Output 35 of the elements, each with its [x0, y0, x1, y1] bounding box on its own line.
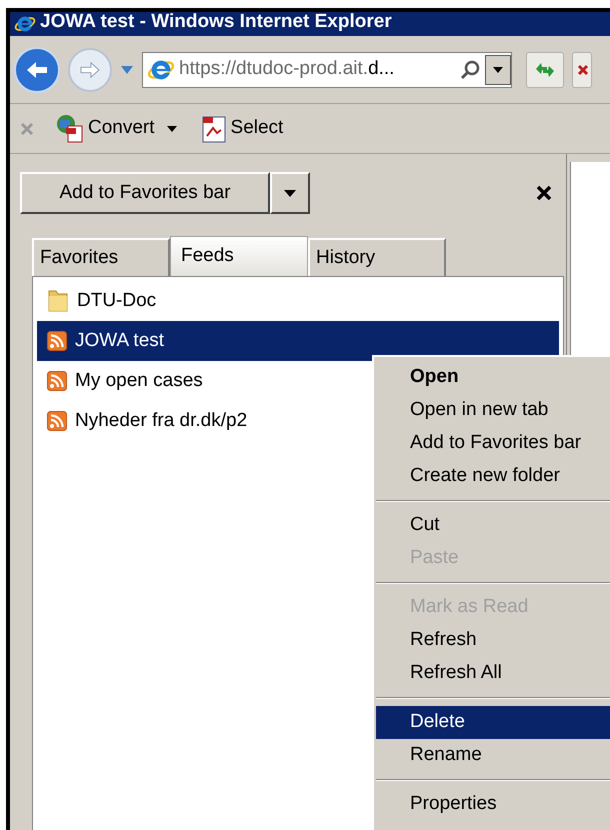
caret-icon [493, 66, 503, 72]
menu-item[interactable]: Cut [376, 509, 610, 542]
window-title: JOWA test - Windows Internet Explorer [40, 12, 392, 30]
menu-item[interactable]: Properties [376, 788, 610, 821]
caret-icon[interactable] [166, 126, 177, 132]
close-icon [577, 62, 589, 76]
left-arrow-icon [25, 60, 49, 80]
folder-icon [47, 289, 69, 313]
stop-button[interactable] [572, 52, 592, 88]
close-icon[interactable] [536, 185, 552, 201]
dropdown-arrow-icon[interactable] [120, 64, 134, 74]
feed-icon [47, 371, 67, 391]
panel-tab[interactable]: History [308, 238, 446, 276]
add-to-favorites-button[interactable]: Add to Favorites bar [20, 172, 270, 214]
feed-icon [47, 331, 67, 351]
panel-tab[interactable]: Feeds [170, 236, 308, 276]
refresh-arrows-icon [534, 60, 556, 78]
feed-list-item[interactable]: JOWA test [37, 321, 559, 361]
caret-icon [284, 190, 296, 196]
dropdown-button[interactable] [485, 54, 511, 84]
menu-item[interactable]: Refresh [376, 624, 610, 657]
menu-item[interactable]: Refresh All [376, 657, 610, 690]
panel-tab[interactable]: Favorites [32, 238, 170, 276]
right-arrow-icon [79, 60, 101, 78]
address-field[interactable]: https://dtudoc-prod.ait.d... [142, 52, 512, 88]
menu-item[interactable]: Rename [376, 739, 610, 772]
feed-icon [47, 411, 67, 431]
refresh-button[interactable] [526, 52, 564, 88]
url-text: https://dtudoc-prod.ait.d... [179, 57, 394, 82]
menu-item[interactable]: Create new folder [376, 460, 610, 493]
search-icon [459, 58, 481, 80]
menu-item[interactable]: Delete [376, 706, 610, 739]
select-button[interactable]: Select [198, 114, 284, 144]
back-button[interactable] [14, 46, 60, 92]
convert-button[interactable]: Convert [56, 114, 155, 144]
